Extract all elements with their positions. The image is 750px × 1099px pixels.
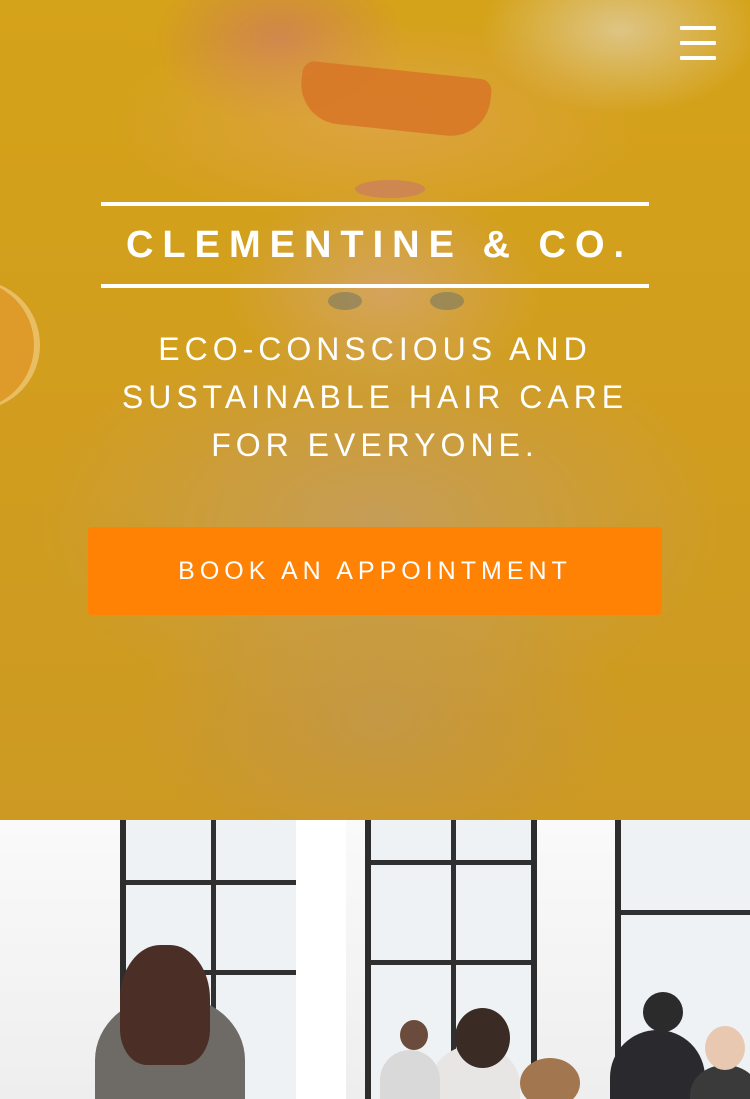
salon-photo-section (0, 820, 750, 1099)
tagline-line-1: ECO-CONSCIOUS AND (158, 331, 592, 367)
salon-pillar (296, 820, 346, 1099)
hero-tagline: ECO-CONSCIOUS AND SUSTAINABLE HAIR CARE … (75, 325, 675, 469)
tagline-line-3: FOR EVERYONE. (211, 427, 539, 463)
menu-line (680, 56, 716, 60)
book-appointment-button[interactable]: BOOK AN APPOINTMENT (88, 527, 662, 615)
hero-section: CLEMENTINE & CO. ECO-CONSCIOUS AND SUSTA… (0, 0, 750, 820)
tagline-line-2: SUSTAINABLE HAIR CARE (121, 379, 629, 415)
salon-person-hair (705, 1026, 745, 1070)
hamburger-menu-icon[interactable] (680, 26, 716, 60)
menu-line (680, 41, 716, 45)
brand-title: CLEMENTINE & CO. (125, 223, 634, 266)
salon-person-hair (643, 992, 683, 1032)
brand-block: CLEMENTINE & CO. (101, 202, 649, 288)
menu-line (680, 26, 716, 30)
salon-person-hair (400, 1020, 428, 1050)
salon-person-hair (455, 1008, 510, 1068)
salon-person-hair (120, 945, 210, 1065)
